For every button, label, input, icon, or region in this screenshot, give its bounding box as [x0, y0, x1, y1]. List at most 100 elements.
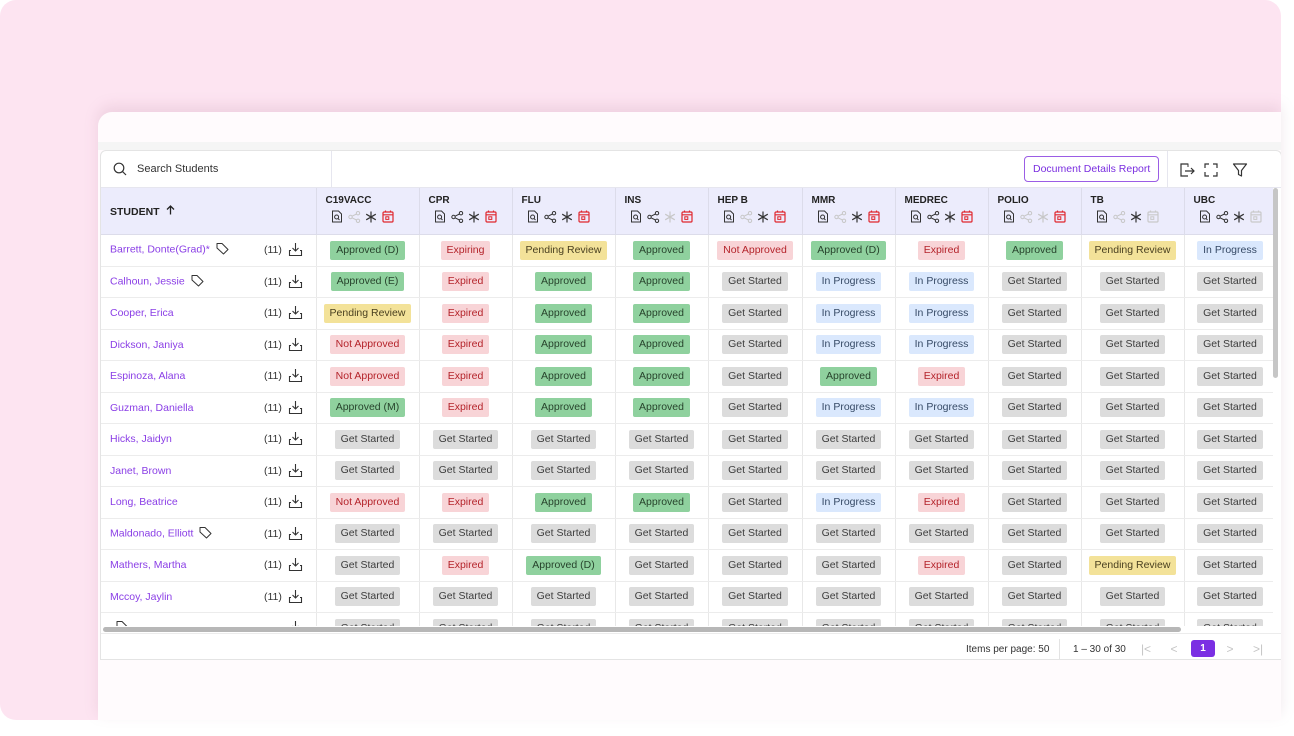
status-badge[interactable]: In Progress	[815, 398, 882, 418]
column-header[interactable]: POLIO	[988, 188, 1082, 235]
status-badge[interactable]: Expired	[441, 366, 490, 386]
status-badge[interactable]: Get Started	[815, 461, 882, 481]
vertical-scrollbar[interactable]	[1273, 188, 1278, 378]
status-badge[interactable]: Get Started	[1197, 303, 1263, 323]
status-badge[interactable]: Get Started	[1197, 555, 1263, 575]
status-badge[interactable]: Get Started	[722, 398, 788, 418]
status-badge[interactable]: Approved (D)	[330, 240, 405, 260]
status-badge[interactable]: Get Started	[1197, 335, 1263, 355]
column-header[interactable]: MMR	[802, 188, 896, 235]
download-icon[interactable]	[288, 620, 303, 626]
status-badge[interactable]: Get Started	[1197, 492, 1263, 512]
student-name-link[interactable]: Calhoun, Jessie	[110, 275, 185, 287]
status-badge[interactable]: Expired	[441, 555, 490, 575]
student-name-link[interactable]: Mccoy, Jaylin	[110, 591, 172, 603]
status-badge[interactable]: Approved	[535, 335, 592, 355]
status-badge[interactable]: Get Started	[1197, 524, 1263, 544]
next-page-icon[interactable]: >	[1221, 640, 1239, 658]
status-badge[interactable]: Get Started	[1197, 461, 1263, 481]
first-page-icon[interactable]: |<	[1137, 640, 1155, 658]
status-badge[interactable]: Pending Review	[1088, 240, 1177, 260]
status-badge[interactable]: Expired	[917, 492, 966, 512]
status-badge[interactable]: In Progress	[908, 303, 975, 323]
required-asterisk-icon[interactable]	[664, 210, 677, 223]
status-badge[interactable]: Pending Review	[323, 303, 412, 323]
status-badge[interactable]: Get Started	[1001, 461, 1068, 481]
status-badge[interactable]: Get Started	[334, 618, 401, 626]
student-name-link[interactable]: Espinoza, Alana	[110, 370, 185, 382]
status-badge[interactable]: Get Started	[1197, 429, 1263, 449]
status-badge[interactable]: Approved	[535, 272, 592, 292]
status-badge[interactable]: Expired	[441, 398, 490, 418]
status-badge[interactable]: Get Started	[334, 429, 401, 449]
status-badge[interactable]: Get Started	[815, 587, 882, 607]
current-page-button[interactable]: 1	[1191, 640, 1215, 657]
status-badge[interactable]: Not Approved	[329, 492, 406, 512]
status-badge[interactable]: Get Started	[722, 461, 788, 481]
status-badge[interactable]: Approved	[633, 335, 690, 355]
status-badge[interactable]: Get Started	[628, 429, 695, 449]
fullscreen-icon[interactable]	[1202, 161, 1220, 179]
status-badge[interactable]: Get Started	[908, 524, 975, 544]
download-icon[interactable]	[288, 557, 303, 575]
search-box[interactable]	[101, 151, 332, 187]
status-badge[interactable]: Get Started	[722, 555, 788, 575]
status-badge[interactable]: In Progress	[815, 492, 882, 512]
status-badge[interactable]: Get Started	[628, 618, 695, 626]
calendar-icon[interactable]	[681, 210, 694, 223]
status-badge[interactable]: Get Started	[334, 555, 401, 575]
status-badge[interactable]: Get Started	[628, 555, 695, 575]
download-icon[interactable]	[288, 431, 303, 449]
required-asterisk-icon[interactable]	[468, 210, 481, 223]
download-icon[interactable]	[288, 305, 303, 323]
status-badge[interactable]: Not Approved	[329, 335, 406, 355]
calendar-icon[interactable]	[382, 210, 395, 223]
status-badge[interactable]: Expired	[917, 366, 966, 386]
status-badge[interactable]: Get Started	[334, 524, 401, 544]
download-icon[interactable]	[288, 242, 303, 260]
filter-icon[interactable]	[1231, 161, 1249, 179]
status-badge[interactable]: Get Started	[722, 366, 788, 386]
share-icon[interactable]	[543, 210, 557, 223]
status-badge[interactable]: Get Started	[815, 618, 882, 626]
status-badge[interactable]: Get Started	[815, 524, 882, 544]
status-badge[interactable]: Get Started	[1001, 429, 1068, 449]
status-badge[interactable]: Get Started	[722, 587, 788, 607]
required-asterisk-icon[interactable]	[561, 210, 574, 223]
status-badge[interactable]: Get Started	[1197, 618, 1263, 626]
tag-icon[interactable]	[116, 620, 129, 626]
status-badge[interactable]: Approved	[633, 492, 690, 512]
status-badge[interactable]: In Progress	[815, 335, 882, 355]
column-header[interactable]: HEP B	[708, 188, 803, 235]
status-badge[interactable]: Approved	[535, 303, 592, 323]
status-badge[interactable]: Get Started	[722, 303, 788, 323]
student-name-link[interactable]: Hicks, Jaidyn	[110, 433, 172, 445]
calendar-icon[interactable]	[1147, 210, 1160, 223]
status-badge[interactable]: Expired	[441, 272, 490, 292]
status-badge[interactable]: Expired	[441, 492, 490, 512]
download-icon[interactable]	[288, 589, 303, 607]
required-asterisk-icon[interactable]	[851, 210, 864, 223]
student-name-link[interactable]: Cooper, Erica	[110, 307, 174, 319]
status-badge[interactable]: Approved	[633, 272, 690, 292]
status-badge[interactable]: Get Started	[530, 429, 597, 449]
status-badge[interactable]: Get Started	[1001, 618, 1068, 626]
document-search-icon[interactable]	[434, 210, 447, 223]
share-icon[interactable]	[646, 210, 660, 223]
document-search-icon[interactable]	[817, 210, 830, 223]
status-badge[interactable]: Get Started	[1099, 335, 1166, 355]
share-icon[interactable]	[739, 210, 753, 223]
share-icon[interactable]	[450, 210, 464, 223]
share-icon[interactable]	[347, 210, 361, 223]
status-badge[interactable]: Get Started	[722, 524, 788, 544]
column-header[interactable]: UBC	[1184, 188, 1273, 235]
status-badge[interactable]: Approved (D)	[811, 240, 886, 260]
items-per-page[interactable]: Items per page: 50	[966, 644, 1049, 655]
calendar-icon[interactable]	[868, 210, 881, 223]
status-badge[interactable]: In Progress	[1197, 240, 1263, 260]
status-badge[interactable]: Get Started	[1099, 303, 1166, 323]
status-badge[interactable]: Get Started	[334, 461, 401, 481]
status-badge[interactable]: Get Started	[1001, 272, 1068, 292]
status-badge[interactable]: Get Started	[432, 618, 499, 626]
student-name-link[interactable]: Mathers, Martha	[110, 559, 186, 571]
